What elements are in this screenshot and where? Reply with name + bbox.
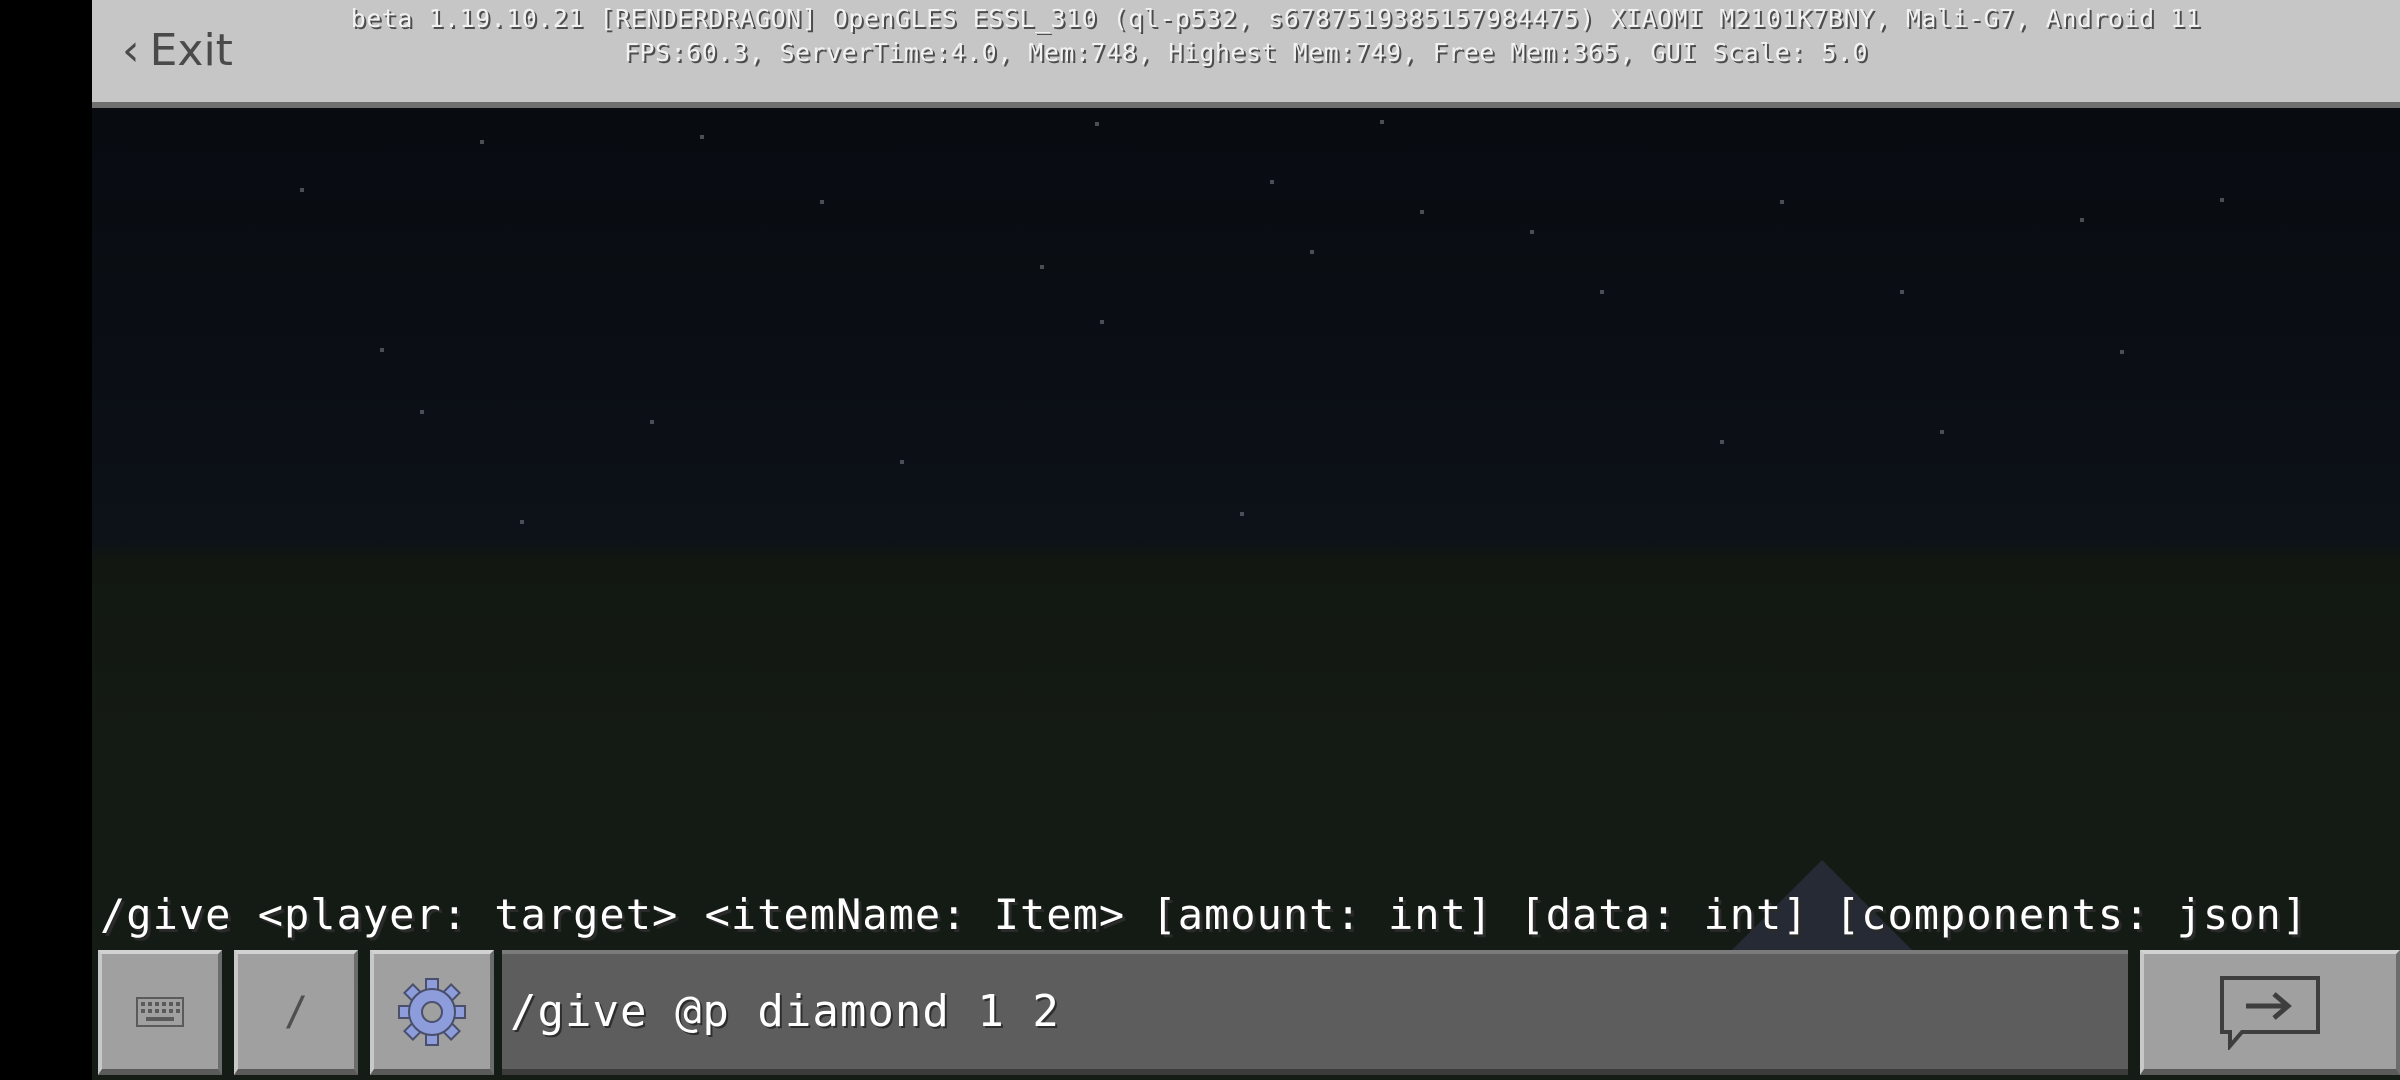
star <box>420 410 424 414</box>
star <box>1720 440 1724 444</box>
star <box>480 140 484 144</box>
star <box>1420 210 1424 214</box>
star <box>1600 290 1604 294</box>
star <box>1040 265 1044 269</box>
star <box>1240 512 1244 516</box>
keyboard-button[interactable] <box>98 950 222 1075</box>
command-input[interactable]: /give @p diamond 1 2 <box>502 950 2128 1075</box>
send-button[interactable] <box>2140 950 2400 1075</box>
star <box>1270 180 1274 184</box>
star <box>1940 430 1944 434</box>
star <box>820 200 824 204</box>
star <box>650 420 654 424</box>
star <box>2080 218 2084 222</box>
settings-button[interactable] <box>370 950 494 1075</box>
star <box>1780 200 1784 204</box>
star <box>1100 320 1104 324</box>
gear-icon <box>398 977 466 1046</box>
star <box>900 460 904 464</box>
slash-label: / <box>283 988 309 1035</box>
star <box>380 348 384 352</box>
star <box>2120 350 2124 354</box>
debug-info-line-1: beta 1.19.10.21 [RENDERDRAGON] OpenGLES … <box>350 4 2202 33</box>
command-usage-hint: /give <player: target> <itemName: Item> … <box>100 890 2309 939</box>
star <box>300 188 304 192</box>
star <box>520 520 524 524</box>
star <box>700 135 704 139</box>
send-arrow-icon <box>2220 975 2320 1050</box>
star <box>1380 120 1384 124</box>
keyboard-icon <box>136 996 184 1027</box>
star <box>2220 198 2224 202</box>
star <box>1530 230 1534 234</box>
debug-info-line-2: FPS:60.3, ServerTime:4.0, Mem:748, Highe… <box>623 38 1869 67</box>
star <box>1095 122 1099 126</box>
slash-button[interactable]: / <box>234 950 358 1075</box>
star <box>1900 290 1904 294</box>
star <box>1310 250 1314 254</box>
top-bar: ‹ Exit beta 1.19.10.21 [RENDERDRAGON] Op… <box>92 0 2400 108</box>
